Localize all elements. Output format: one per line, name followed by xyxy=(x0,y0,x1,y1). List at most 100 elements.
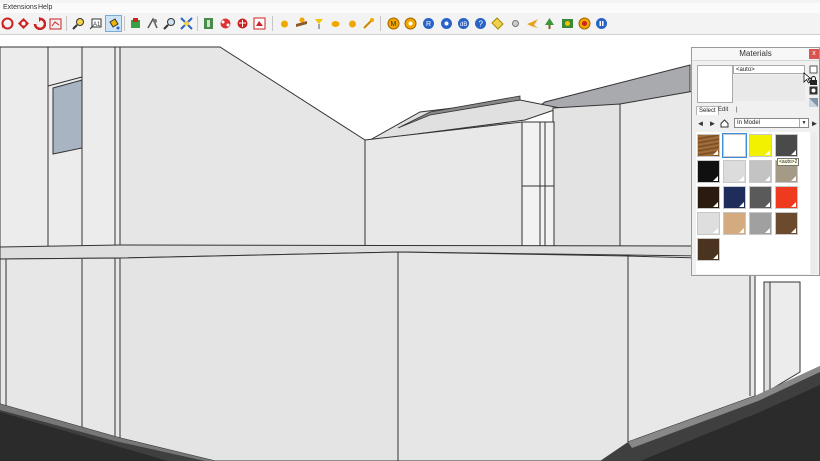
material-swatch[interactable] xyxy=(697,134,720,157)
tag-icon[interactable]: dB xyxy=(456,16,471,31)
material-swatch[interactable] xyxy=(749,212,772,235)
tab-divider: | xyxy=(736,107,738,113)
zoom-extents-icon[interactable] xyxy=(179,16,194,31)
render-settings-icon[interactable]: M xyxy=(386,16,401,31)
text-label-icon[interactable]: A1 xyxy=(88,16,103,31)
default-material-icon[interactable] xyxy=(809,98,818,107)
sun-icon[interactable] xyxy=(277,16,292,31)
create-material-icon[interactable] xyxy=(809,86,818,95)
zoom-window-icon[interactable] xyxy=(71,16,86,31)
plant-icon[interactable] xyxy=(508,16,523,31)
section-plane-icon[interactable] xyxy=(201,16,216,31)
component-icon[interactable] xyxy=(48,16,63,31)
material-swatch[interactable] xyxy=(697,160,720,183)
orbit-icon[interactable] xyxy=(0,16,15,31)
materials-panel-title: Materials xyxy=(692,48,819,61)
help-icon[interactable] xyxy=(439,16,454,31)
rotate-icon[interactable] xyxy=(32,16,47,31)
menu-extensions[interactable]: Extensions xyxy=(3,4,37,11)
material-preview xyxy=(697,65,733,103)
swatch-scrollbar[interactable] xyxy=(811,132,817,274)
material-swatch[interactable] xyxy=(775,212,798,235)
forward-arrow-icon[interactable]: ► xyxy=(708,119,717,128)
light-icon[interactable] xyxy=(311,16,326,31)
swatch-corner xyxy=(791,150,796,155)
swatch-corner xyxy=(765,202,770,207)
dimension-icon[interactable] xyxy=(16,16,31,31)
material-swatch[interactable] xyxy=(775,186,798,209)
material-description-area xyxy=(733,75,805,101)
move-icon[interactable] xyxy=(490,16,505,31)
swatch-corner xyxy=(739,202,744,207)
animation-icon[interactable] xyxy=(560,16,575,31)
toolbar-separator xyxy=(380,16,381,31)
swatch-corner xyxy=(791,176,796,181)
swatch-grid xyxy=(696,132,810,274)
material-swatch[interactable] xyxy=(749,134,772,157)
render-icon[interactable] xyxy=(361,16,376,31)
material-swatch[interactable] xyxy=(749,160,772,183)
component-browser-icon[interactable] xyxy=(218,16,233,31)
record-icon[interactable] xyxy=(525,16,540,31)
swatch-corner xyxy=(713,254,718,259)
shadow-icon[interactable] xyxy=(294,16,309,31)
material-swatch[interactable] xyxy=(697,186,720,209)
view-icon[interactable]: ? xyxy=(473,16,488,31)
collection-dropdown[interactable]: In Model ▼ xyxy=(734,118,809,128)
swatch-tooltip: <auto>2 xyxy=(777,158,800,166)
back-arrow-icon[interactable]: ◄ xyxy=(696,119,705,128)
swatch-corner xyxy=(765,176,770,181)
collection-nav: ◄ ► In Model ▼ ► xyxy=(696,118,818,129)
ruby-icon[interactable] xyxy=(403,16,418,31)
swatch-corner xyxy=(791,202,796,207)
swatch-corner xyxy=(713,150,718,155)
swatch-corner xyxy=(765,228,770,233)
swatch-corner xyxy=(739,228,744,233)
material-swatch[interactable] xyxy=(775,134,798,157)
toolbar-separator xyxy=(197,16,198,31)
walk-icon[interactable] xyxy=(145,16,160,31)
toolbar-separator xyxy=(66,16,67,31)
sphere-icon[interactable] xyxy=(328,16,343,31)
paint-bucket-icon[interactable] xyxy=(105,15,122,32)
svg-text:dB: dB xyxy=(460,22,467,28)
material-swatch[interactable] xyxy=(722,133,747,158)
material-swatch[interactable] xyxy=(697,212,720,235)
pause-icon[interactable] xyxy=(594,16,609,31)
svg-text:A1: A1 xyxy=(93,22,101,28)
material-swatch[interactable] xyxy=(749,186,772,209)
menu-bar: Extensions Help xyxy=(0,3,820,13)
mouse-cursor-icon xyxy=(803,72,812,84)
material-swatch[interactable] xyxy=(697,238,720,261)
material-swatch[interactable] xyxy=(723,160,746,183)
toolbar-separator xyxy=(124,16,125,31)
material-name-field[interactable]: <auto> xyxy=(733,65,805,74)
swatch-corner xyxy=(791,228,796,233)
fog-icon[interactable] xyxy=(345,16,360,31)
zoom-icon[interactable] xyxy=(162,16,177,31)
material-swatch[interactable] xyxy=(723,186,746,209)
swatch-corner xyxy=(739,150,744,155)
home-icon[interactable] xyxy=(720,119,729,128)
plant-tree-icon[interactable] xyxy=(542,16,557,31)
material-swatch[interactable] xyxy=(723,212,746,235)
svg-text:R: R xyxy=(426,21,431,28)
swatch-corner xyxy=(713,202,718,207)
tab-select[interactable]: Select xyxy=(696,106,719,115)
collection-value: In Model xyxy=(737,120,761,126)
close-button[interactable]: x xyxy=(809,49,819,59)
materials-icon[interactable] xyxy=(235,16,250,31)
follow-me-icon[interactable] xyxy=(128,16,143,31)
swatch-corner xyxy=(739,176,744,181)
swatch-corner xyxy=(713,176,718,181)
details-arrow-icon[interactable]: ► xyxy=(810,119,819,128)
tab-edit[interactable]: Edit xyxy=(718,107,728,113)
menu-help[interactable]: Help xyxy=(38,4,52,11)
svg-text:M: M xyxy=(391,21,397,28)
materials-panel: Materials x <auto> Select Edit | ◄ ► In … xyxy=(691,47,820,276)
info-icon[interactable]: R xyxy=(421,16,436,31)
record-button-icon[interactable] xyxy=(577,16,592,31)
swatch-corner xyxy=(765,150,770,155)
extension-warehouse-icon[interactable] xyxy=(252,16,267,31)
chevron-down-icon: ▼ xyxy=(799,119,808,127)
